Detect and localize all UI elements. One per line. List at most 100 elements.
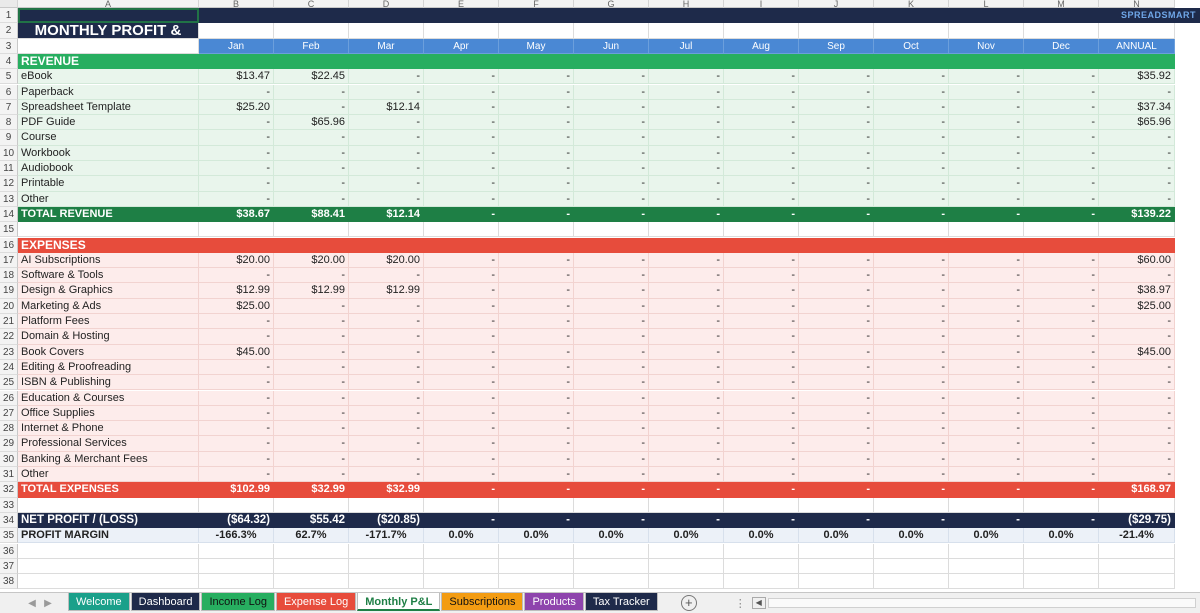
month-value-cell[interactable]: - — [799, 268, 874, 284]
empty-cell[interactable] — [1099, 543, 1175, 559]
empty-cell[interactable] — [499, 222, 574, 238]
row-label[interactable]: Education & Courses — [18, 390, 199, 406]
month-value-cell[interactable]: - — [1024, 359, 1099, 376]
month-value-cell[interactable]: - — [274, 436, 349, 452]
empty-cell[interactable] — [949, 222, 1024, 238]
month-value-cell[interactable]: - — [499, 329, 574, 345]
month-value-cell[interactable]: - — [274, 375, 349, 391]
month-value-cell[interactable]: - — [874, 69, 949, 85]
month-header-feb[interactable]: Feb — [274, 38, 349, 54]
empty-cell[interactable] — [574, 53, 649, 70]
month-value-cell[interactable]: - — [949, 375, 1024, 391]
row-label[interactable]: Printable — [18, 176, 199, 192]
month-value-cell[interactable]: - — [499, 99, 574, 116]
empty-cell[interactable] — [949, 543, 1024, 559]
row-number-7[interactable]: 7 — [0, 99, 18, 116]
empty-cell[interactable] — [724, 237, 799, 253]
empty-cell[interactable] — [199, 23, 274, 39]
month-value-cell[interactable]: - — [349, 451, 424, 467]
row-number-19[interactable]: 19 — [0, 283, 18, 299]
month-value-cell[interactable]: - — [874, 161, 949, 177]
row-label[interactable]: Spreadsheet Template — [18, 99, 199, 116]
month-value-cell[interactable]: - — [274, 161, 349, 177]
row-label[interactable]: Software & Tools — [18, 268, 199, 284]
row-label[interactable]: Workbook — [18, 145, 199, 161]
empty-cell[interactable] — [349, 53, 424, 70]
row-number-16[interactable]: 16 — [0, 237, 18, 253]
month-value-cell[interactable]: - — [649, 512, 724, 529]
month-value-cell[interactable]: - — [874, 130, 949, 146]
empty-cell[interactable] — [424, 53, 499, 70]
column-header-l[interactable]: L — [949, 0, 1024, 8]
month-value-cell[interactable]: - — [199, 451, 274, 467]
month-value-cell[interactable]: - — [499, 69, 574, 85]
annual-value-cell[interactable]: - — [1099, 375, 1175, 391]
month-value-cell[interactable]: - — [799, 314, 874, 330]
month-value-cell[interactable]: $20.00 — [274, 252, 349, 269]
month-value-cell[interactable]: - — [724, 84, 799, 100]
month-value-cell[interactable]: - — [874, 283, 949, 299]
empty-cell[interactable] — [349, 558, 424, 575]
month-value-cell[interactable]: - — [424, 115, 499, 131]
empty-cell[interactable] — [874, 237, 949, 253]
month-value-cell[interactable]: - — [949, 329, 1024, 345]
row-label[interactable]: Internet & Phone — [18, 421, 199, 437]
month-value-cell[interactable]: - — [1024, 390, 1099, 406]
month-value-cell[interactable]: - — [1024, 69, 1099, 85]
row-number-27[interactable]: 27 — [0, 405, 18, 422]
month-value-cell[interactable]: - — [1024, 512, 1099, 529]
month-value-cell[interactable]: - — [199, 191, 274, 207]
month-header-nov[interactable]: Nov — [949, 38, 1024, 54]
month-value-cell[interactable]: - — [799, 115, 874, 131]
month-value-cell[interactable]: - — [274, 298, 349, 314]
month-value-cell[interactable]: - — [349, 359, 424, 376]
month-value-cell[interactable]: - — [649, 329, 724, 345]
prev-sheet-icon[interactable]: ◀ — [24, 598, 40, 609]
empty-cell[interactable] — [949, 497, 1024, 513]
month-value-cell[interactable]: $45.00 — [199, 344, 274, 360]
month-value-cell[interactable]: - — [874, 512, 949, 529]
month-value-cell[interactable]: - — [649, 99, 724, 116]
month-value-cell[interactable]: - — [349, 467, 424, 483]
month-value-cell[interactable]: - — [424, 145, 499, 161]
row-number-9[interactable]: 9 — [0, 130, 18, 146]
empty-cell[interactable] — [274, 222, 349, 238]
month-value-cell[interactable]: - — [874, 145, 949, 161]
sheet-tab-dashboard[interactable]: Dashboard — [130, 593, 201, 611]
month-value-cell[interactable]: - — [724, 298, 799, 314]
month-value-cell[interactable]: - — [799, 283, 874, 299]
month-value-cell[interactable]: - — [199, 359, 274, 376]
month-value-cell[interactable]: - — [724, 191, 799, 207]
empty-cell[interactable] — [574, 543, 649, 559]
row-label[interactable]: Audiobook — [18, 161, 199, 177]
empty-cell[interactable] — [874, 23, 949, 39]
empty-cell[interactable] — [274, 53, 349, 70]
month-value-cell[interactable]: - — [874, 329, 949, 345]
month-value-cell[interactable]: - — [799, 99, 874, 116]
month-value-cell[interactable]: 0.0% — [649, 528, 724, 544]
month-value-cell[interactable]: - — [199, 375, 274, 391]
month-value-cell[interactable]: 0.0% — [499, 528, 574, 544]
month-value-cell[interactable]: - — [424, 69, 499, 85]
empty-cell[interactable] — [199, 574, 274, 590]
month-value-cell[interactable]: - — [724, 283, 799, 299]
annual-value-cell[interactable]: -21.4% — [1099, 528, 1175, 544]
month-value-cell[interactable]: - — [874, 176, 949, 192]
empty-cell[interactable] — [499, 497, 574, 513]
month-value-cell[interactable]: - — [724, 421, 799, 437]
empty-cell[interactable] — [18, 543, 199, 559]
month-value-cell[interactable]: 0.0% — [874, 528, 949, 544]
horizontal-scrollbar[interactable] — [767, 598, 1196, 608]
empty-cell[interactable] — [1099, 497, 1175, 513]
empty-cell[interactable] — [349, 237, 424, 253]
column-header-m[interactable]: M — [1024, 0, 1099, 8]
month-value-cell[interactable]: - — [499, 390, 574, 406]
month-value-cell[interactable]: - — [1024, 405, 1099, 422]
empty-cell[interactable] — [649, 237, 724, 253]
month-value-cell[interactable]: 0.0% — [424, 528, 499, 544]
column-header-e[interactable]: E — [424, 0, 499, 8]
row-label[interactable]: Design & Graphics — [18, 283, 199, 299]
month-value-cell[interactable]: 0.0% — [1024, 528, 1099, 544]
empty-cell[interactable] — [274, 23, 349, 39]
month-value-cell[interactable]: - — [574, 145, 649, 161]
